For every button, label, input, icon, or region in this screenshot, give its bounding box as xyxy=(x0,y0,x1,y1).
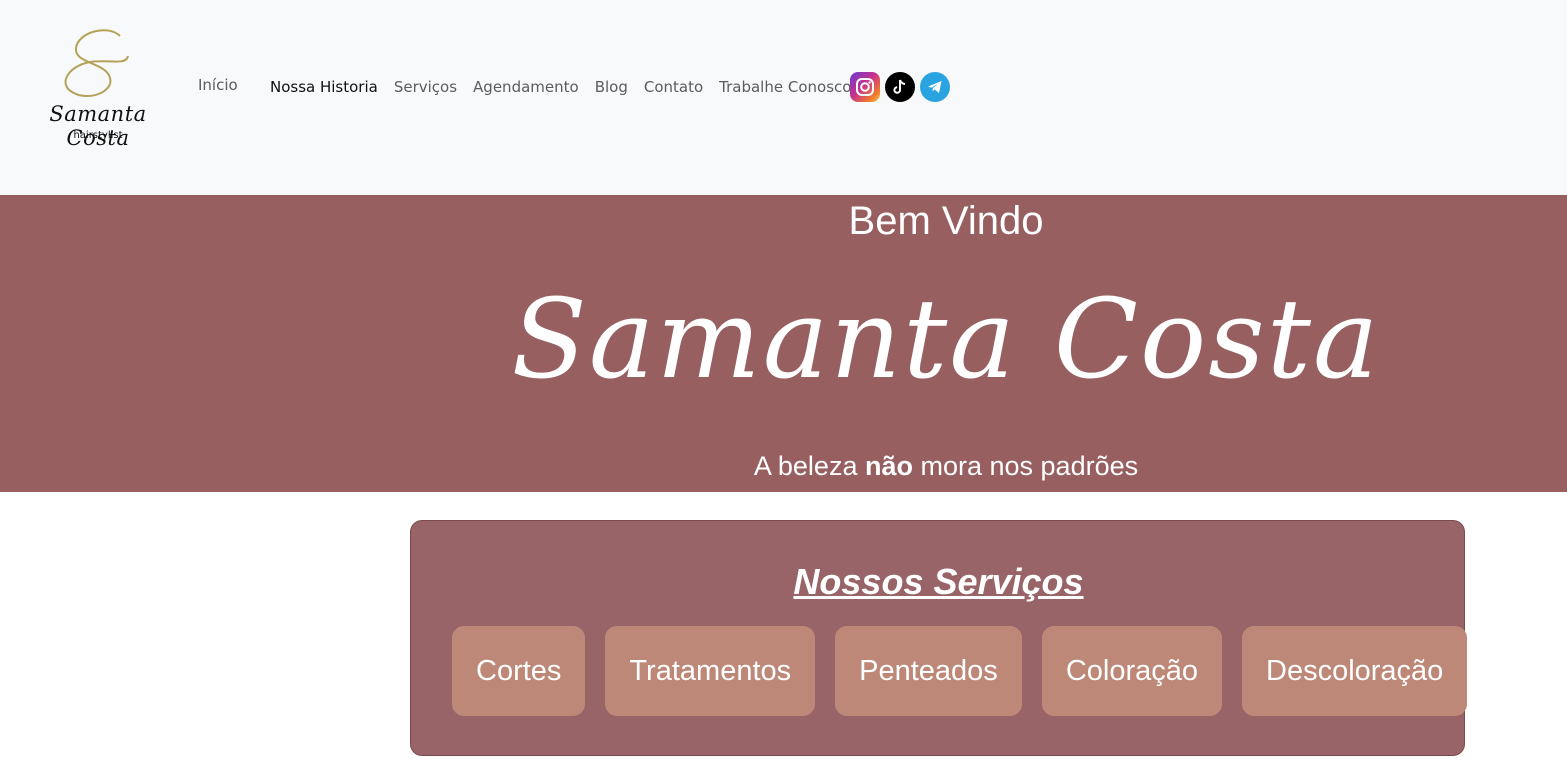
telegram-icon[interactable] xyxy=(920,72,950,102)
service-penteados-button[interactable]: Penteados xyxy=(835,626,1022,716)
tiktok-icon[interactable] xyxy=(885,72,915,102)
logo-subtitle: hairstylist xyxy=(73,130,123,141)
hero-welcome: Bem Vindo xyxy=(848,199,1044,243)
nav-links: Nossa Historia Serviços Agendamento Blog… xyxy=(270,78,851,96)
nav-contato[interactable]: Contato xyxy=(644,78,703,96)
hero-tagline: A beleza não mora nos padrões xyxy=(0,451,1567,482)
hero-name: Samanta Costa xyxy=(511,275,1381,403)
service-tratamentos-button[interactable]: Tratamentos xyxy=(605,626,816,716)
tagline-end: mora nos padrões xyxy=(912,451,1139,481)
tagline-start: A beleza xyxy=(753,451,865,481)
tagline-emphasis: não xyxy=(864,451,913,481)
service-descoloracao-button[interactable]: Descoloração xyxy=(1242,626,1468,716)
nav-blog[interactable]: Blog xyxy=(595,78,628,96)
service-cortes-button[interactable]: Cortes xyxy=(452,626,586,716)
nav-nossa-historia[interactable]: Nossa Historia xyxy=(270,78,378,96)
services-list: Cortes Tratamentos Penteados Coloração D… xyxy=(452,626,1468,716)
services-panel: Nossos Serviços Cortes Tratamentos Pente… xyxy=(410,520,1468,756)
social-links xyxy=(850,72,950,102)
nav-servicos[interactable]: Serviços xyxy=(394,78,457,96)
nav-home[interactable]: Início xyxy=(198,76,238,94)
navbar: Samanta Costa hairstylist Início Nossa H… xyxy=(0,0,1567,195)
nav-agendamento[interactable]: Agendamento xyxy=(473,78,579,96)
services-title: Nossos Serviços xyxy=(793,561,1084,602)
nav-trabalhe-conosco[interactable]: Trabalhe Conosco xyxy=(719,78,851,96)
hero-banner: Bem Vindo Samanta Costa A beleza não mor… xyxy=(0,195,1567,492)
logo-monogram-icon xyxy=(64,29,129,97)
service-coloracao-button[interactable]: Coloração xyxy=(1041,626,1222,716)
logo[interactable]: Samanta Costa hairstylist xyxy=(28,26,168,150)
logo-name: Samanta Costa xyxy=(49,102,147,150)
instagram-icon[interactable] xyxy=(850,72,880,102)
